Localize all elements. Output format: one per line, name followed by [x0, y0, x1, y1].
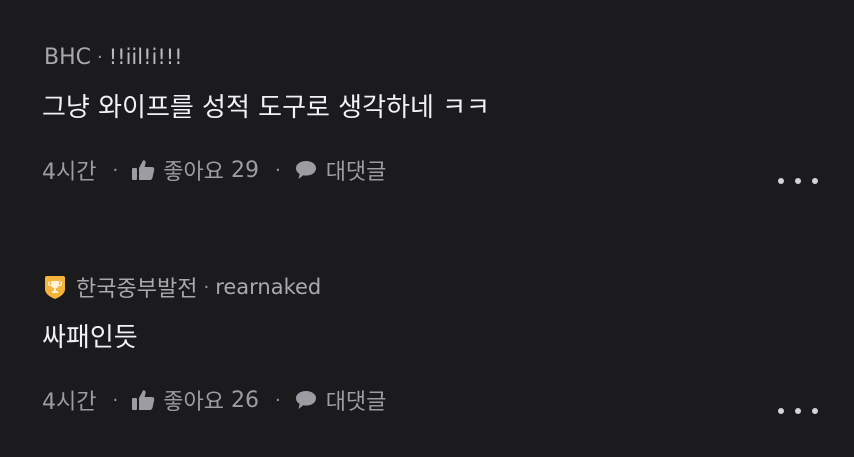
- action-separator: ·: [274, 389, 281, 411]
- like-button[interactable]: 좋아요 29: [131, 154, 259, 186]
- more-dot: [812, 408, 818, 414]
- more-options-button[interactable]: [778, 170, 818, 192]
- reply-button[interactable]: 대댓글: [294, 384, 387, 416]
- like-button[interactable]: 좋아요 26: [131, 384, 259, 416]
- action-separator: ·: [274, 159, 281, 181]
- author-separator: ·: [203, 276, 210, 298]
- comment-time: 4시간: [42, 390, 97, 415]
- thumbs-up-icon: [131, 389, 155, 411]
- comment-text: 그냥 와이프를 성적 도구로 생각하네 ㅋㅋ: [42, 93, 490, 123]
- reply-label: 대댓글: [325, 390, 387, 415]
- comment-author-line: BHC · !!iil!i!!!: [44, 42, 183, 72]
- like-label: 좋아요: [163, 160, 224, 185]
- like-count: 29: [230, 157, 259, 183]
- action-separator: ·: [112, 159, 119, 181]
- comment-actions: 4시간 · 좋아요 26 · 대댓글: [42, 384, 386, 416]
- comment-author-line: 한국중부발전 · rearnaked: [44, 272, 321, 302]
- speech-bubble-icon: [294, 159, 318, 181]
- speech-bubble-icon: [294, 389, 318, 411]
- author-nickname[interactable]: rearnaked: [215, 275, 321, 299]
- author-nickname[interactable]: !!iil!i!!!: [109, 45, 183, 69]
- author-separator: ·: [97, 46, 103, 68]
- more-dot: [795, 408, 801, 414]
- more-dot: [812, 178, 818, 184]
- thumbs-up-icon: [131, 159, 155, 181]
- more-dot: [778, 178, 784, 184]
- more-dot: [795, 178, 801, 184]
- comment-time: 4시간: [42, 160, 97, 185]
- comment-text: 싸패인듯: [42, 323, 138, 353]
- comment-actions: 4시간 · 좋아요 29 · 대댓글: [42, 154, 386, 186]
- like-label: 좋아요: [163, 390, 224, 415]
- more-dot: [778, 408, 784, 414]
- reply-label: 대댓글: [325, 160, 387, 185]
- action-separator: ·: [112, 389, 119, 411]
- author-company[interactable]: 한국중부발전: [76, 271, 197, 303]
- trophy-icon: [44, 274, 66, 300]
- author-company[interactable]: BHC: [44, 45, 91, 70]
- more-options-button[interactable]: [778, 400, 818, 422]
- reply-button[interactable]: 대댓글: [294, 154, 387, 186]
- like-count: 26: [230, 387, 259, 413]
